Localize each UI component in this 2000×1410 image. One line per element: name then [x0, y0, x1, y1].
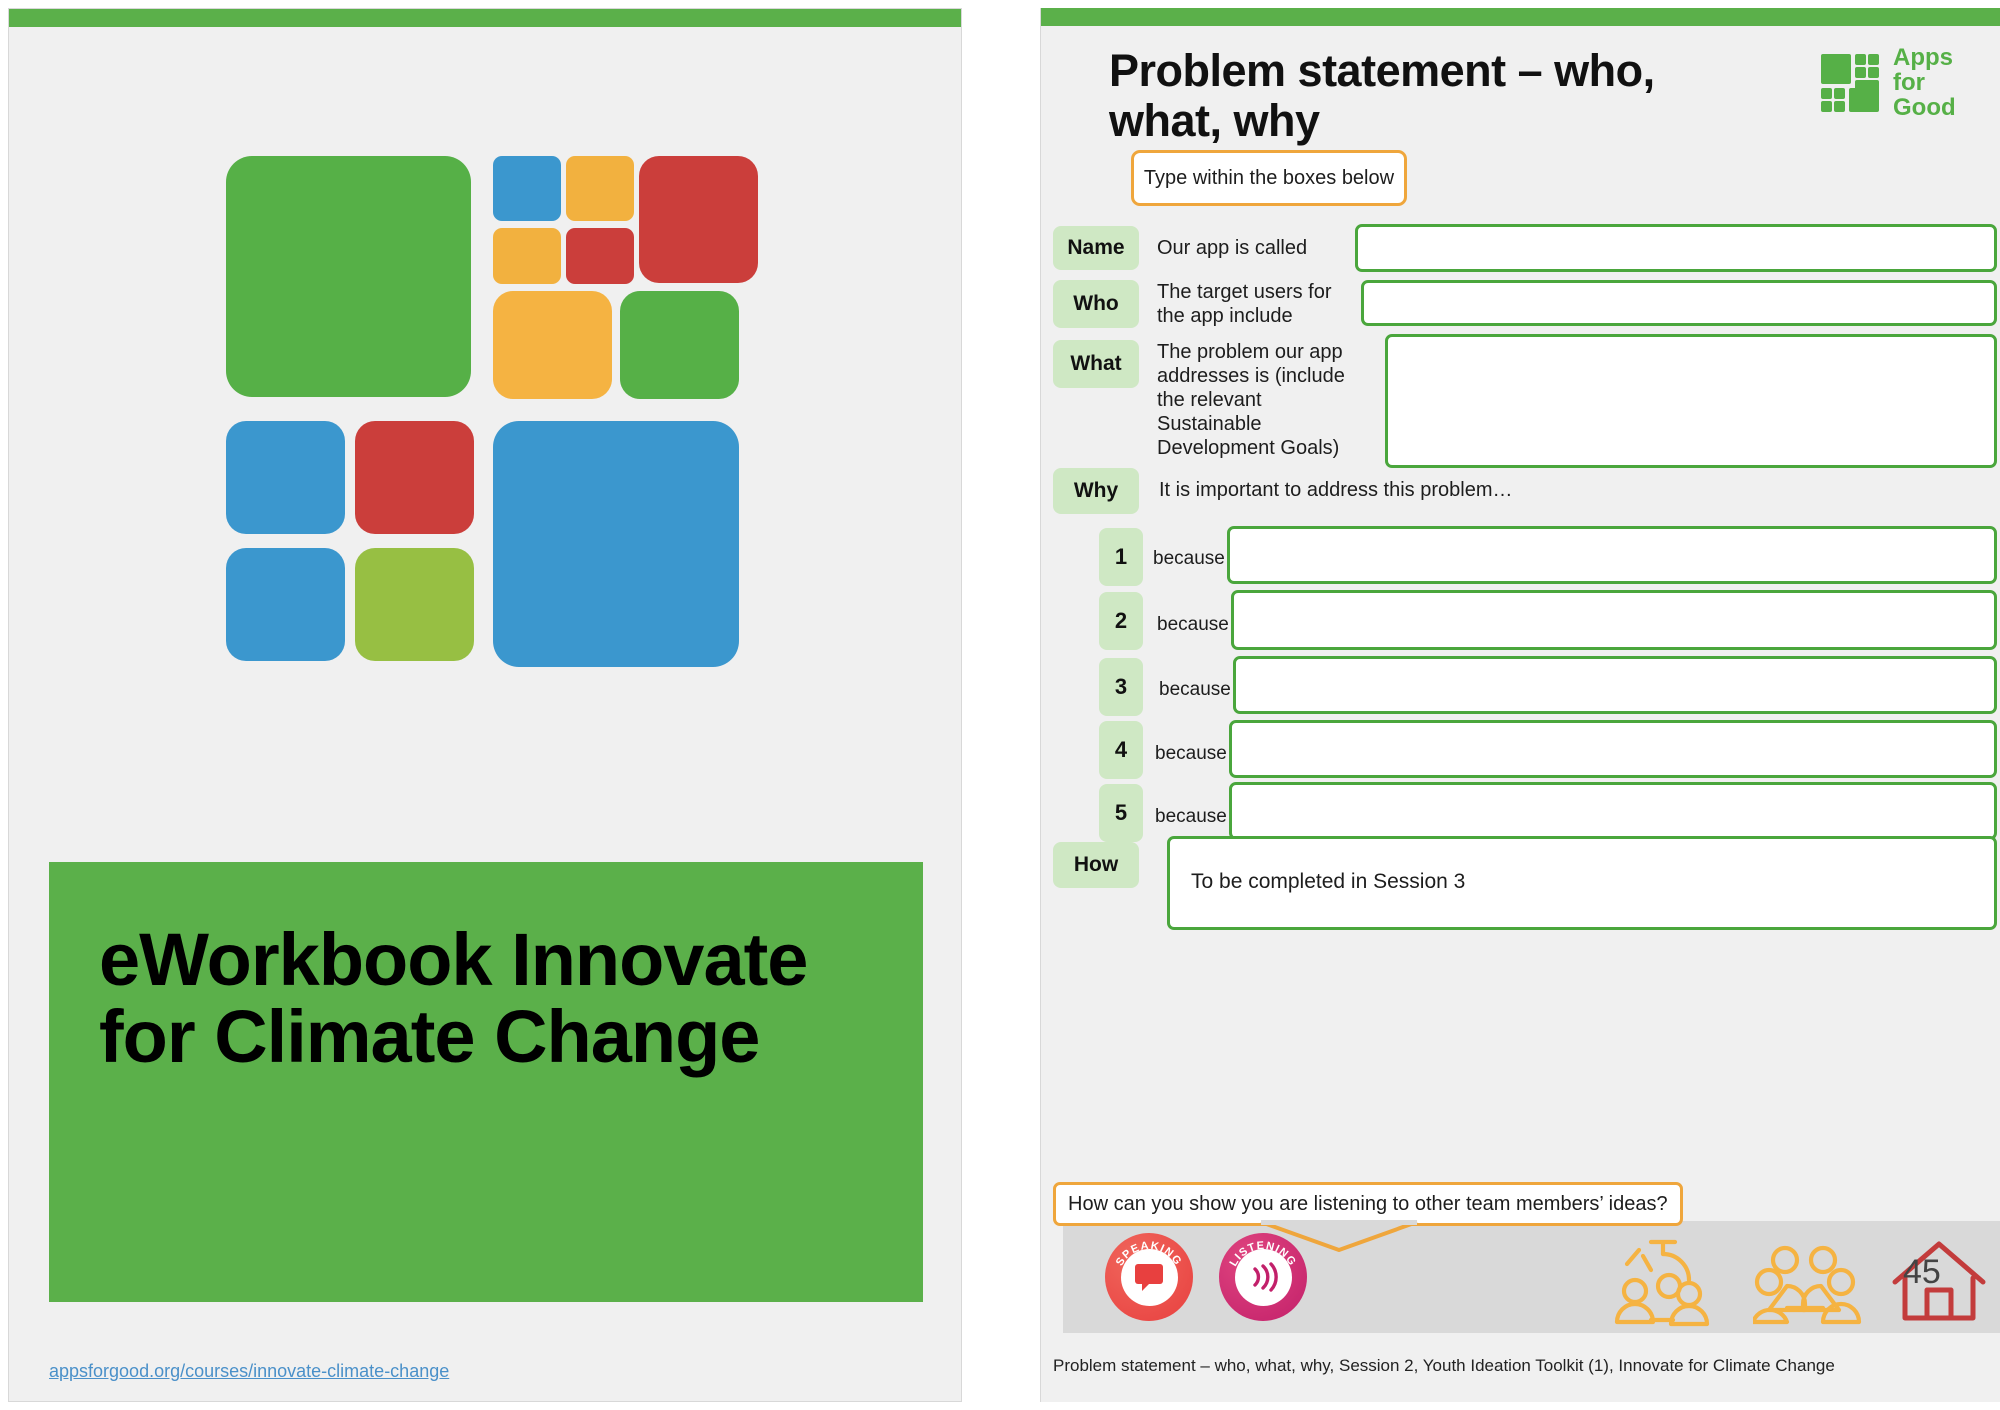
why-number-5: 5 — [1099, 784, 1143, 842]
logo-tile-olive — [355, 547, 475, 662]
teacher-and-students-icon — [1614, 1239, 1710, 1327]
prompt-why: It is important to address this problem… — [1159, 479, 1513, 501]
prompt-who: The target users for the app include — [1157, 281, 1332, 327]
why-connector-4: because — [1155, 743, 1227, 764]
two-page-spread: eWorkbook Innovate for Climate Change ap… — [0, 0, 2000, 1410]
label-name: Name — [1053, 226, 1139, 270]
logo-tile-green-large — [225, 156, 472, 397]
prompt-name: Our app is called — [1157, 237, 1308, 259]
logo-tile-blue-large — [493, 421, 739, 667]
why-number-1: 1 — [1099, 528, 1143, 586]
why-connector-2: because — [1157, 614, 1229, 635]
logo-tile-green-medium — [620, 291, 739, 400]
speaking-badge[interactable]: SPEAKING — [1105, 1233, 1193, 1321]
input-why-5[interactable] — [1229, 782, 1997, 840]
why-connector-1: because — [1153, 548, 1225, 569]
logo-tile-red-large — [638, 156, 758, 284]
cover-title-panel: eWorkbook Innovate for Climate Change — [49, 862, 923, 1302]
course-link[interactable]: appsforgood.org/courses/innovate-climate… — [49, 1361, 449, 1382]
label-why: Why — [1053, 468, 1139, 514]
instruction-callout: Type within the boxes below — [1131, 150, 1407, 206]
apps-for-good-wordmark: Apps for Good — [1893, 44, 1956, 121]
input-what[interactable] — [1385, 334, 1997, 468]
sound-waves-icon — [1234, 1248, 1292, 1306]
logo-tile-blue-small-1 — [493, 156, 561, 222]
apps-for-good-grid-icon — [1821, 54, 1883, 116]
why-connector-3: because — [1159, 679, 1231, 700]
logo-tile-amber-small-2 — [493, 227, 561, 284]
input-why-1[interactable] — [1227, 526, 1997, 584]
group-of-people-icon — [1753, 1245, 1862, 1325]
label-how: How — [1053, 842, 1139, 888]
cover-title: eWorkbook Innovate for Climate Change — [99, 918, 808, 1078]
input-why-4[interactable] — [1229, 720, 1997, 778]
callout-tail-icon — [1260, 1220, 1418, 1252]
apps-for-good-tile-logo — [215, 151, 758, 691]
prompt-what: The problem our app addresses is (includ… — [1157, 341, 1345, 459]
logo-tile-amber-medium — [493, 291, 612, 400]
logo-tile-blue-medium-2 — [225, 547, 345, 662]
input-name[interactable] — [1355, 224, 1997, 272]
footer-caption: Problem statement – who, what, why, Sess… — [1053, 1356, 1835, 1375]
label-what: What — [1053, 340, 1139, 388]
input-why-2[interactable] — [1231, 590, 1997, 650]
cover-top-green-bar — [9, 9, 961, 27]
logo-tile-amber-small-1 — [566, 156, 634, 222]
page-number: 45 — [1903, 1253, 1941, 1291]
why-number-4: 4 — [1099, 721, 1143, 779]
input-who[interactable] — [1361, 280, 1997, 326]
worksheet-page: Problem statement – who, what, why Apps … — [1040, 8, 2000, 1402]
how-value: To be completed in Session 3 — [1191, 870, 1466, 893]
why-number-2: 2 — [1099, 592, 1143, 650]
speech-bubble-icon — [1120, 1248, 1178, 1306]
why-connector-5: because — [1155, 806, 1227, 827]
brand-line-3: Good — [1893, 93, 1956, 121]
logo-tile-red-medium — [355, 421, 475, 535]
apps-for-good-logo: Apps for Good — [1821, 44, 2000, 124]
why-number-3: 3 — [1099, 658, 1143, 716]
logo-tile-red-small — [566, 227, 634, 284]
label-who: Who — [1053, 280, 1139, 328]
cover-page: eWorkbook Innovate for Climate Change ap… — [8, 8, 962, 1402]
worksheet-top-green-bar — [1041, 8, 2000, 26]
brand-line-2: for — [1893, 68, 1925, 96]
input-why-3[interactable] — [1233, 656, 1997, 714]
logo-tile-blue-medium-1 — [225, 421, 345, 535]
page-title: Problem statement – who, what, why — [1109, 45, 1655, 146]
brand-line-1: Apps — [1893, 44, 1953, 71]
